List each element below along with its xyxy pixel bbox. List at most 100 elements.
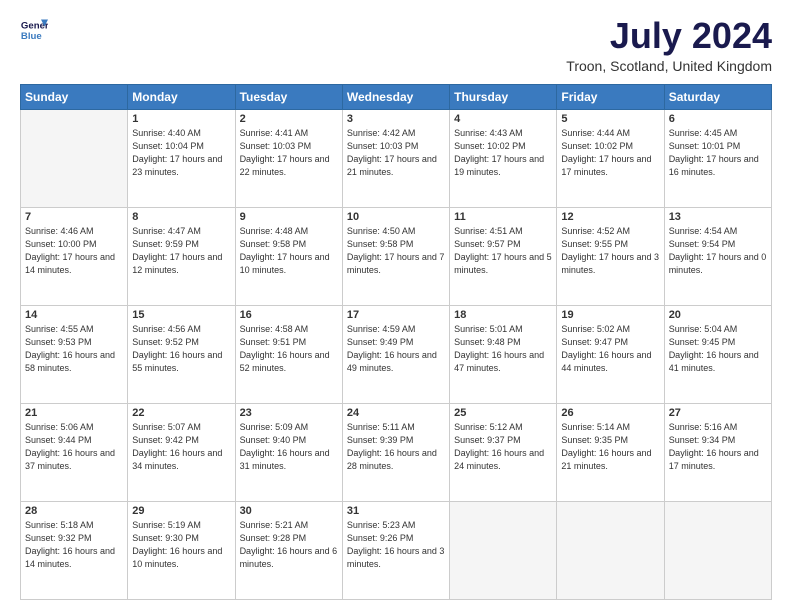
day-number: 9 [240,211,338,223]
calendar-cell: 3 Sunrise: 4:42 AM Sunset: 10:03 PM Dayli… [342,109,449,207]
day-number: 12 [561,211,659,223]
week-row-4: 21 Sunrise: 5:06 AM Sunset: 9:44 PM Dayli… [21,403,772,501]
calendar-header-row: SundayMondayTuesdayWednesdayThursdayFrid… [21,84,772,109]
calendar-cell: 20 Sunrise: 5:04 AM Sunset: 9:45 PM Dayli… [664,305,771,403]
cell-text: Sunrise: 5:02 AM Sunset: 9:47 PM Dayligh… [561,323,659,375]
cell-text: Sunrise: 4:42 AM Sunset: 10:03 PM Daylig… [347,127,445,179]
cell-text: Sunrise: 4:58 AM Sunset: 9:51 PM Dayligh… [240,323,338,375]
page: General Blue July 2024 Troon, Scotland, … [0,0,792,612]
cell-text: Sunrise: 4:41 AM Sunset: 10:03 PM Daylig… [240,127,338,179]
calendar-cell: 17 Sunrise: 4:59 AM Sunset: 9:49 PM Dayli… [342,305,449,403]
calendar-cell: 21 Sunrise: 5:06 AM Sunset: 9:44 PM Dayli… [21,403,128,501]
calendar-cell: 31Sunrise: 5:23 AM Sunset: 9:26 PM Dayli… [342,501,449,599]
cell-text: Sunrise: 4:43 AM Sunset: 10:02 PM Daylig… [454,127,552,179]
calendar-cell: 9 Sunrise: 4:48 AM Sunset: 9:58 PM Daylig… [235,207,342,305]
calendar-cell: 18Sunrise: 5:01 AM Sunset: 9:48 PM Dayli… [450,305,557,403]
calendar-cell: 4 Sunrise: 4:43 AM Sunset: 10:02 PM Dayli… [450,109,557,207]
col-header-monday: Monday [128,84,235,109]
day-number: 31 [347,505,445,517]
col-header-friday: Friday [557,84,664,109]
week-row-3: 14 Sunrise: 4:55 AM Sunset: 9:53 PM Dayli… [21,305,772,403]
calendar-cell: 16 Sunrise: 4:58 AM Sunset: 9:51 PM Dayli… [235,305,342,403]
day-number: 13 [669,211,767,223]
week-row-5: 28 Sunrise: 5:18 AM Sunset: 9:32 PM Dayli… [21,501,772,599]
calendar-cell: 22 Sunrise: 5:07 AM Sunset: 9:42 PM Dayli… [128,403,235,501]
day-number: 30 [240,505,338,517]
cell-text: Sunrise: 4:55 AM Sunset: 9:53 PM Dayligh… [25,323,123,375]
calendar-cell: 30 Sunrise: 5:21 AM Sunset: 9:28 PM Dayli… [235,501,342,599]
calendar-cell: 28 Sunrise: 5:18 AM Sunset: 9:32 PM Dayli… [21,501,128,599]
calendar-cell: 6Sunrise: 4:45 AM Sunset: 10:01 PM Dayli… [664,109,771,207]
calendar-cell: 26 Sunrise: 5:14 AM Sunset: 9:35 PM Dayli… [557,403,664,501]
title-block: July 2024 Troon, Scotland, United Kingdo… [566,16,772,74]
calendar-cell [450,501,557,599]
cell-text: Sunrise: 4:48 AM Sunset: 9:58 PM Dayligh… [240,225,338,277]
day-number: 1 [132,113,230,125]
cell-text: Sunrise: 5:01 AM Sunset: 9:48 PM Dayligh… [454,323,552,375]
cell-text: Sunrise: 5:14 AM Sunset: 9:35 PM Dayligh… [561,421,659,473]
calendar-cell: 1 Sunrise: 4:40 AM Sunset: 10:04 PM Dayli… [128,109,235,207]
cell-text: Sunrise: 4:56 AM Sunset: 9:52 PM Dayligh… [132,323,230,375]
logo: General Blue [20,16,48,44]
cell-text: Sunrise: 5:07 AM Sunset: 9:42 PM Dayligh… [132,421,230,473]
day-number: 7 [25,211,123,223]
day-number: 23 [240,407,338,419]
day-number: 4 [454,113,552,125]
cell-text: Sunrise: 4:54 AM Sunset: 9:54 PM Dayligh… [669,225,767,277]
calendar-table: SundayMondayTuesdayWednesdayThursdayFrid… [20,84,772,600]
cell-text: Sunrise: 4:59 AM Sunset: 9:49 PM Dayligh… [347,323,445,375]
day-number: 10 [347,211,445,223]
calendar-cell: 24 Sunrise: 5:11 AM Sunset: 9:39 PM Dayli… [342,403,449,501]
calendar-cell: 13 Sunrise: 4:54 AM Sunset: 9:54 PM Dayli… [664,207,771,305]
day-number: 15 [132,309,230,321]
day-number: 5 [561,113,659,125]
day-number: 26 [561,407,659,419]
cell-text: Sunrise: 5:16 AM Sunset: 9:34 PM Dayligh… [669,421,767,473]
day-number: 24 [347,407,445,419]
day-number: 14 [25,309,123,321]
calendar-cell: 8Sunrise: 4:47 AM Sunset: 9:59 PM Daylig… [128,207,235,305]
main-title: July 2024 [566,16,772,56]
col-header-wednesday: Wednesday [342,84,449,109]
calendar-cell: 2 Sunrise: 4:41 AM Sunset: 10:03 PM Dayli… [235,109,342,207]
day-number: 22 [132,407,230,419]
header: General Blue July 2024 Troon, Scotland, … [20,16,772,74]
day-number: 19 [561,309,659,321]
cell-text: Sunrise: 5:19 AM Sunset: 9:30 PM Dayligh… [132,519,230,571]
week-row-2: 7 Sunrise: 4:46 AM Sunset: 10:00 PM Dayli… [21,207,772,305]
logo-icon: General Blue [20,16,48,44]
calendar-cell: 5 Sunrise: 4:44 AM Sunset: 10:02 PM Dayli… [557,109,664,207]
cell-text: Sunrise: 4:50 AM Sunset: 9:58 PM Dayligh… [347,225,445,277]
day-number: 20 [669,309,767,321]
cell-text: Sunrise: 4:47 AM Sunset: 9:59 PM Dayligh… [132,225,230,277]
cell-text: Sunrise: 4:46 AM Sunset: 10:00 PM Daylig… [25,225,123,277]
cell-text: Sunrise: 4:44 AM Sunset: 10:02 PM Daylig… [561,127,659,179]
cell-text: Sunrise: 4:52 AM Sunset: 9:55 PM Dayligh… [561,225,659,277]
cell-text: Sunrise: 5:18 AM Sunset: 9:32 PM Dayligh… [25,519,123,571]
day-number: 6 [669,113,767,125]
day-number: 17 [347,309,445,321]
cell-text: Sunrise: 5:21 AM Sunset: 9:28 PM Dayligh… [240,519,338,571]
cell-text: Sunrise: 5:12 AM Sunset: 9:37 PM Dayligh… [454,421,552,473]
cell-text: Sunrise: 4:40 AM Sunset: 10:04 PM Daylig… [132,127,230,179]
calendar-cell: 12 Sunrise: 4:52 AM Sunset: 9:55 PM Dayli… [557,207,664,305]
calendar-cell: 10 Sunrise: 4:50 AM Sunset: 9:58 PM Dayli… [342,207,449,305]
day-number: 11 [454,211,552,223]
day-number: 21 [25,407,123,419]
cell-text: Sunrise: 5:04 AM Sunset: 9:45 PM Dayligh… [669,323,767,375]
day-number: 28 [25,505,123,517]
calendar-cell: 25Sunrise: 5:12 AM Sunset: 9:37 PM Dayli… [450,403,557,501]
day-number: 2 [240,113,338,125]
calendar-cell: 19 Sunrise: 5:02 AM Sunset: 9:47 PM Dayli… [557,305,664,403]
day-number: 27 [669,407,767,419]
calendar-cell [664,501,771,599]
calendar-cell: 15 Sunrise: 4:56 AM Sunset: 9:52 PM Dayli… [128,305,235,403]
calendar-cell: 23Sunrise: 5:09 AM Sunset: 9:40 PM Dayli… [235,403,342,501]
subtitle: Troon, Scotland, United Kingdom [566,58,772,74]
calendar-cell [21,109,128,207]
day-number: 3 [347,113,445,125]
cell-text: Sunrise: 5:11 AM Sunset: 9:39 PM Dayligh… [347,421,445,473]
day-number: 16 [240,309,338,321]
cell-text: Sunrise: 5:06 AM Sunset: 9:44 PM Dayligh… [25,421,123,473]
col-header-sunday: Sunday [21,84,128,109]
